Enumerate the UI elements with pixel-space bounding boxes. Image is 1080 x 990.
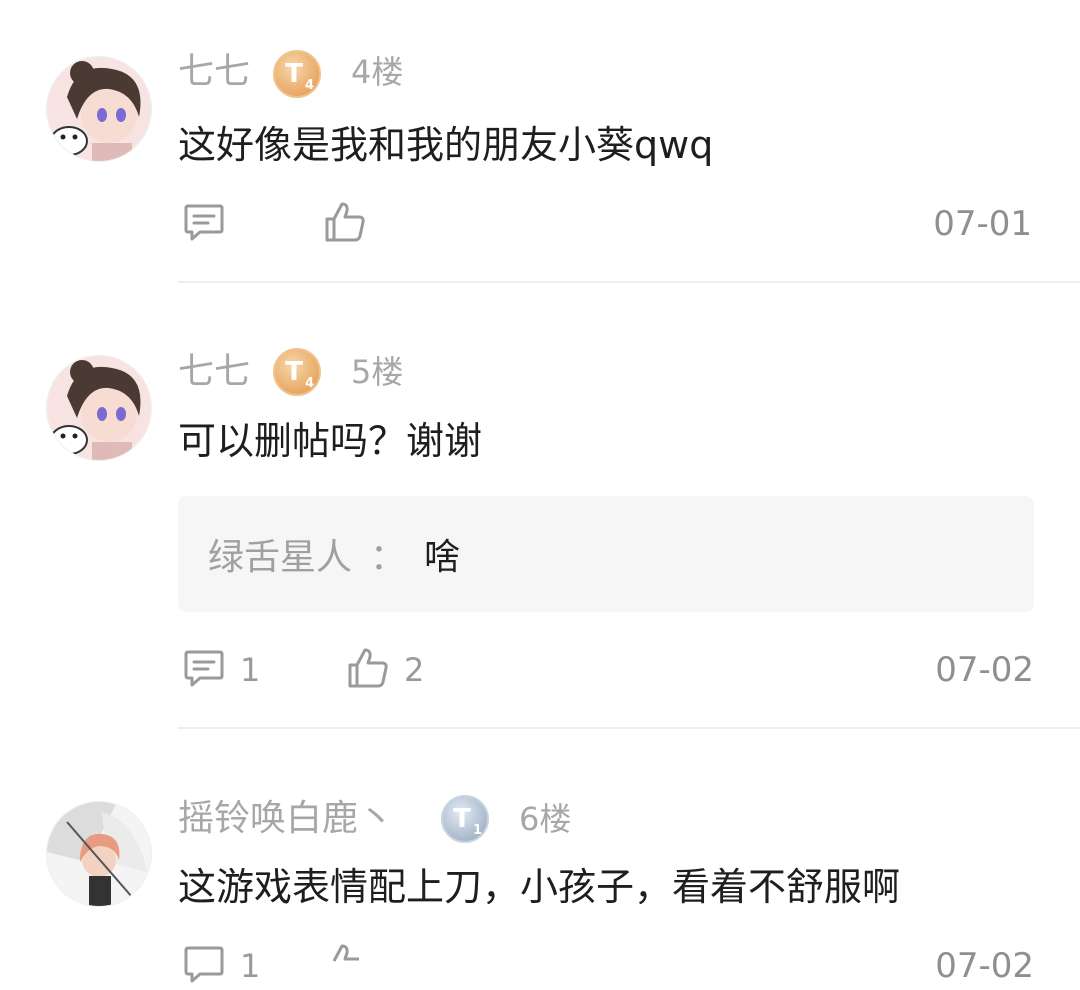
comment-text: 可以删帖吗？谢谢	[178, 419, 483, 463]
thumbs-up-icon	[323, 200, 367, 248]
sub-reply-user[interactable]: 绿舌星人	[208, 528, 352, 580]
floor-number: 5楼	[351, 353, 404, 391]
username[interactable]: 七七	[178, 50, 250, 94]
level-badge: T4	[273, 348, 321, 396]
comment-text: 这好像是我和我的朋友小葵qwq	[178, 123, 714, 167]
floor-number: 4楼	[351, 53, 404, 91]
sub-reply-separator: ：	[370, 537, 407, 578]
comment-date: 07-01	[933, 204, 1032, 244]
comment-actions: 1 07-02	[178, 942, 1034, 990]
username[interactable]: 摇铃唤白鹿丶	[178, 797, 394, 841]
sub-reply-text: 啥	[424, 537, 461, 578]
like-button[interactable]	[323, 200, 367, 248]
like-button[interactable]	[323, 942, 367, 990]
user-avatar[interactable]	[46, 801, 152, 907]
comment-icon	[182, 942, 226, 990]
comment-text: 这游戏表情配上刀，小孩子，看着不舒服啊	[178, 865, 901, 909]
comment-actions: 1 2 07-02	[178, 646, 1034, 694]
reply-count: 1	[240, 947, 261, 985]
comment-icon	[182, 646, 226, 694]
reply-count: 1	[240, 651, 261, 689]
reply-button[interactable]	[182, 200, 226, 248]
level-badge: T1	[441, 795, 489, 843]
divider	[178, 727, 1080, 729]
floor-number: 6楼	[519, 800, 572, 838]
comment-date: 07-02	[935, 946, 1034, 986]
sub-reply[interactable]: 绿舌星人 ： 啥	[178, 496, 1034, 612]
like-count: 2	[404, 651, 425, 689]
user-avatar[interactable]	[46, 56, 152, 162]
comment-icon	[182, 200, 226, 248]
reply-button[interactable]: 1	[182, 942, 260, 990]
comment-actions: 07-01	[178, 200, 1034, 248]
username[interactable]: 七七	[178, 350, 250, 394]
user-avatar[interactable]	[46, 355, 152, 461]
like-button[interactable]: 2	[346, 646, 424, 694]
thumbs-up-icon	[346, 646, 390, 694]
comment-date: 07-02	[935, 650, 1034, 690]
level-badge: T4	[273, 50, 321, 98]
reply-button[interactable]: 1	[182, 646, 260, 694]
thumbs-up-icon	[323, 942, 367, 990]
divider	[178, 281, 1080, 283]
